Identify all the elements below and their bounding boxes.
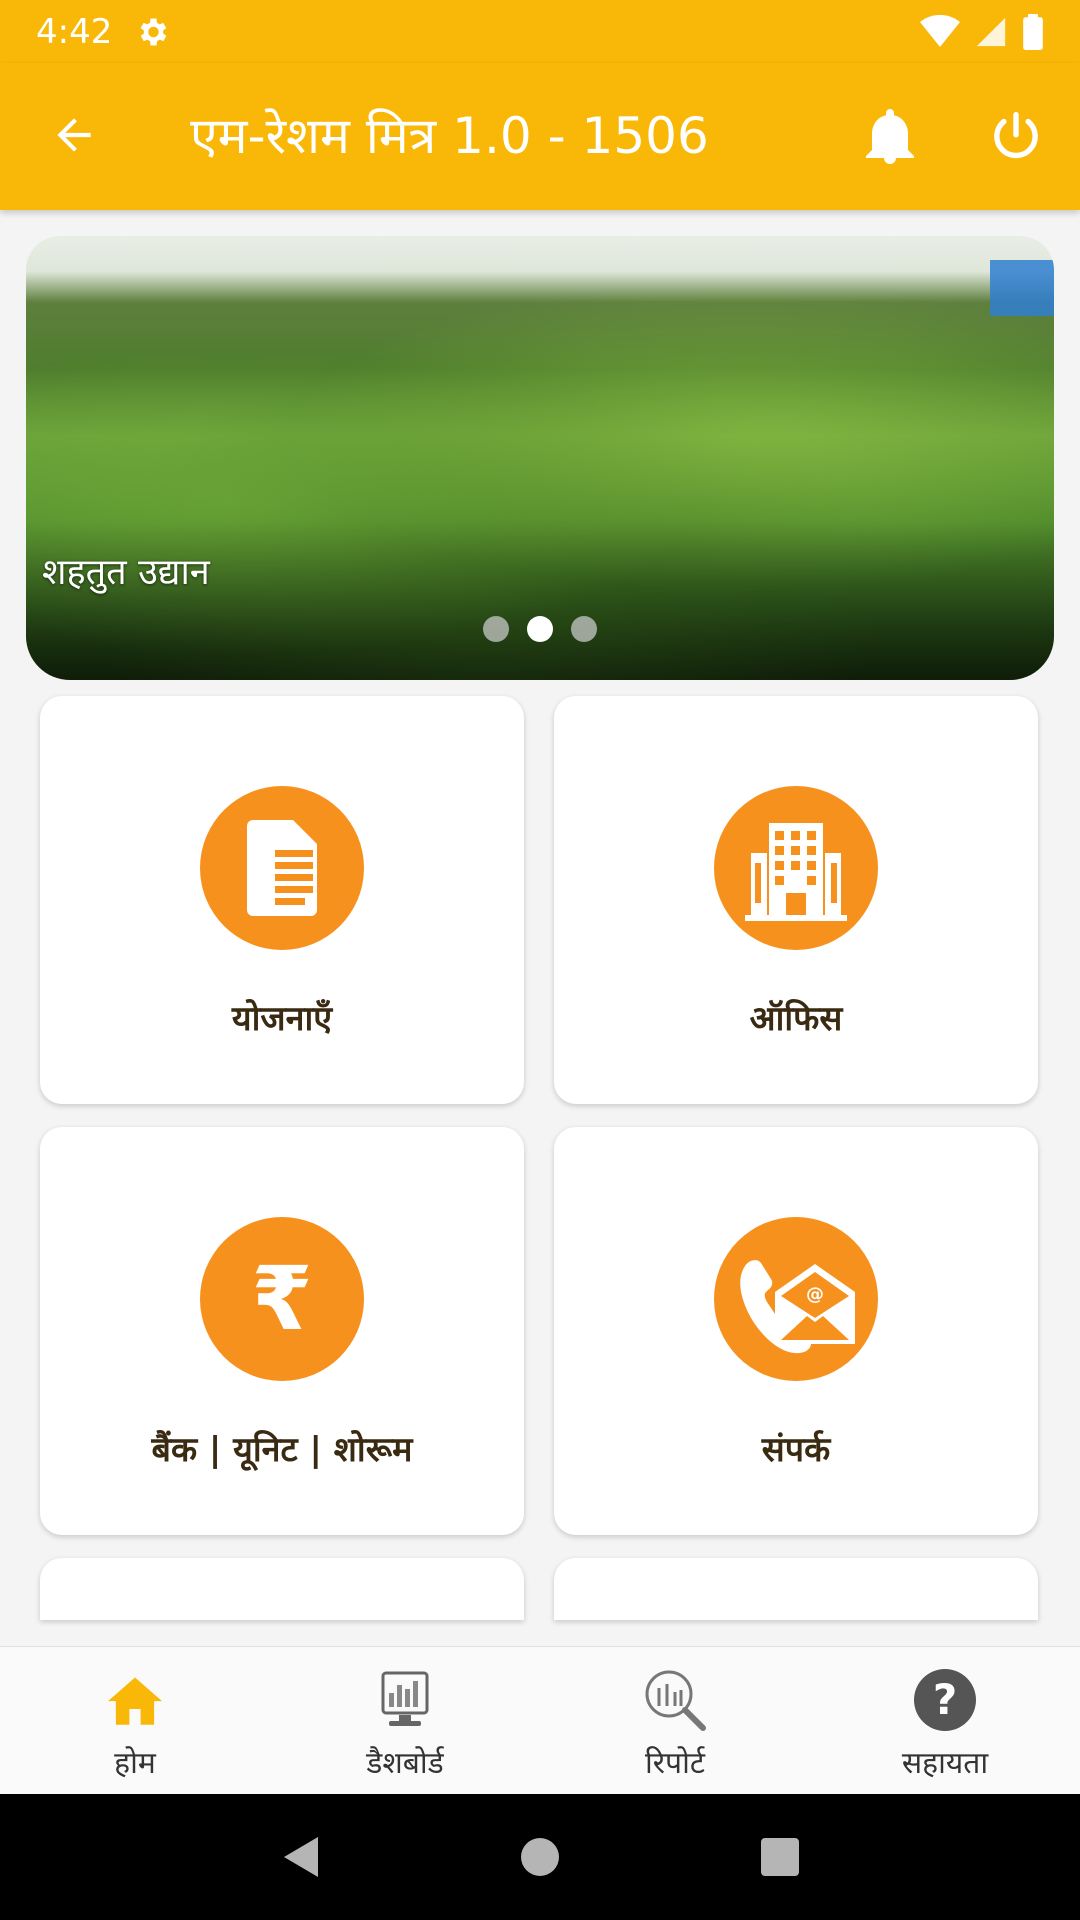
dashboard-monitor-icon <box>381 1671 429 1726</box>
status-time: 4:42 <box>36 11 113 52</box>
wifi-icon <box>920 14 960 47</box>
banner-carousel[interactable]: शहतुत उद्यान <box>26 236 1054 680</box>
app-bar: एम-रेशम मित्र 1.0 - 1506 <box>0 63 1080 210</box>
schemes-tile[interactable]: योजनाएँ <box>40 696 524 1104</box>
back-button[interactable] <box>44 105 104 165</box>
banner-image-detail <box>990 260 1054 316</box>
report-search-icon <box>645 1670 706 1731</box>
nav-item-help[interactable]: ? सहायता <box>810 1647 1080 1795</box>
settings-gear-icon <box>140 18 167 45</box>
nav-label-help: सहायता <box>901 1746 989 1781</box>
contact-mail-phone-icon: @ <box>714 1217 878 1381</box>
circle-home-icon <box>521 1838 559 1876</box>
nav-item-report[interactable]: रिपोर्ट <box>540 1647 810 1795</box>
svg-text:?: ? <box>933 1675 957 1724</box>
app-title: एम-रेशम मित्र 1.0 - 1506 <box>190 107 709 165</box>
carousel-dot[interactable] <box>483 616 509 642</box>
document-icon <box>200 786 364 950</box>
nav-item-dashboard[interactable]: डैशबोर्ड <box>270 1647 540 1795</box>
tile-partial[interactable] <box>40 1558 524 1620</box>
rupee-icon: ₹ <box>200 1217 364 1381</box>
nav-label-report: रिपोर्ट <box>645 1746 705 1781</box>
system-navigation-bar <box>0 1794 1080 1920</box>
tile-partial[interactable] <box>554 1558 1038 1620</box>
office-tile[interactable]: ऑफिस <box>554 696 1038 1104</box>
carousel-indicators <box>26 616 1054 642</box>
system-recents-button[interactable] <box>750 1827 810 1887</box>
office-building-icon <box>714 786 878 950</box>
cell-signal-icon <box>976 17 1006 46</box>
arrow-back-icon <box>57 118 91 152</box>
nav-label-dashboard: डैशबोर्ड <box>366 1746 444 1781</box>
status-bar: 4:42 <box>0 0 1080 63</box>
svg-text:@: @ <box>806 1284 824 1305</box>
nav-label-home: होम <box>114 1746 156 1781</box>
triangle-back-icon <box>284 1837 318 1877</box>
system-home-button[interactable] <box>510 1827 570 1887</box>
bottom-navigation: होम डैशबोर्ड रिपोर्ट ? सहायता <box>0 1646 1080 1794</box>
logout-button[interactable] <box>986 103 1046 169</box>
system-back-button[interactable] <box>270 1827 330 1887</box>
carousel-dot[interactable] <box>571 616 597 642</box>
bell-icon <box>866 109 914 164</box>
banner-caption: शहतुत उद्यान <box>42 552 210 593</box>
power-icon <box>994 111 1038 159</box>
bank-unit-showroom-tile[interactable]: ₹ बैंक | यूनिट | शोरूम <box>40 1127 524 1535</box>
contact-label: संपर्क <box>761 1430 831 1470</box>
office-label: ऑफिस <box>749 999 843 1039</box>
schemes-label: योजनाएँ <box>231 999 333 1039</box>
notifications-button[interactable] <box>862 103 918 169</box>
rupee-symbol: ₹ <box>251 1247 313 1350</box>
status-indicators <box>920 13 1044 50</box>
home-icon <box>108 1677 162 1725</box>
bank-unit-showroom-label: बैंक | यूनिट | शोरूम <box>151 1430 413 1470</box>
carousel-dot-active[interactable] <box>527 616 553 642</box>
battery-icon <box>1023 13 1043 50</box>
help-icon: ? <box>914 1669 976 1731</box>
nav-item-home[interactable]: होम <box>0 1647 270 1795</box>
contact-tile[interactable]: @ संपर्क <box>554 1127 1038 1535</box>
square-recents-icon <box>761 1838 799 1876</box>
